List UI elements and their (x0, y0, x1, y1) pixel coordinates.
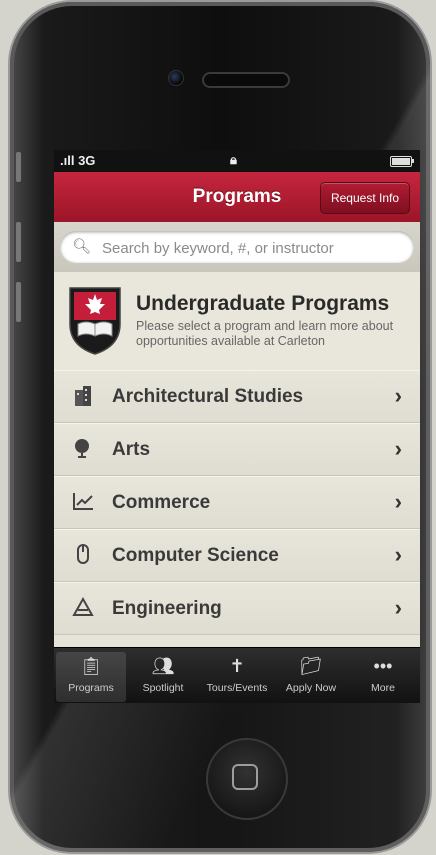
program-label: Engineering (112, 598, 222, 619)
program-row-arts[interactable]: Arts (54, 423, 420, 476)
app-screen: .ıll 3G 🔒︎ Programs Request Info 🔍︎ Unde… (54, 150, 420, 703)
carleton-crest-icon (69, 287, 121, 355)
earpiece-speaker (202, 72, 290, 88)
tab-spotlight[interactable]: 👥︎ Spotlight (128, 652, 198, 702)
header-description: Please select a program and learn more a… (136, 319, 394, 348)
home-square-icon (232, 764, 258, 790)
volume-down-button (16, 282, 21, 322)
mute-switch (16, 152, 21, 182)
chevron-right-icon (395, 489, 402, 515)
programs-header: Undergraduate Programs Please select a p… (54, 272, 420, 371)
chart-icon (70, 490, 96, 514)
people-icon: 👥︎ (151, 656, 175, 676)
tab-label: Apply Now (285, 682, 337, 694)
chevron-right-icon (395, 436, 402, 462)
tab-bar: 📋︎ Programs 👥︎ Spotlight ✝︎ Tours/Events… (54, 647, 420, 703)
program-list: Architectural Studies Arts Commerce Comp… (54, 370, 420, 635)
program-label: Commerce (112, 492, 211, 513)
search-icon: 🔍︎ (72, 238, 92, 255)
search-bar: 🔍︎ (54, 222, 420, 272)
tab-label: Spotlight (142, 682, 184, 694)
tab-label: Programs (68, 682, 114, 694)
tab-label: More (371, 682, 395, 694)
battery-icon (390, 156, 414, 167)
more-icon: ••• (373, 656, 393, 676)
lock-icon: 🔒︎ (230, 152, 237, 167)
header-title: Undergraduate Programs (136, 292, 390, 315)
building-icon (70, 384, 96, 408)
tab-tours-events[interactable]: ✝︎ Tours/Events (202, 652, 272, 702)
signal-indicator: .ıll 3G (60, 153, 96, 168)
tab-programs[interactable]: 📋︎ Programs (56, 652, 126, 702)
tab-more[interactable]: ••• More (348, 652, 418, 702)
program-row-engineering[interactable]: Engineering (54, 582, 420, 635)
folder-icon: 📁︎ (299, 656, 323, 676)
carrier-label: 3G (78, 153, 96, 168)
program-row-computer-science[interactable]: Computer Science (54, 529, 420, 582)
chevron-right-icon (395, 542, 402, 568)
search-input[interactable] (100, 231, 404, 265)
nav-bar: Programs Request Info (54, 172, 420, 223)
clipboard-icon: 📋︎ (79, 656, 103, 676)
front-camera (168, 70, 184, 86)
program-row-architectural-studies[interactable]: Architectural Studies (54, 370, 420, 423)
request-info-button[interactable]: Request Info (319, 182, 410, 214)
signpost-icon: ✝︎ (229, 656, 245, 676)
program-label: Architectural Studies (112, 386, 304, 407)
chevron-right-icon (395, 383, 402, 409)
program-row-commerce[interactable]: Commerce (54, 476, 420, 529)
volume-up-button (16, 222, 21, 262)
search-field[interactable]: 🔍︎ (60, 231, 414, 265)
tab-label: Tours/Events (206, 682, 268, 694)
program-label: Computer Science (112, 545, 279, 566)
status-bar: .ıll 3G 🔒︎ (54, 150, 420, 172)
globe-icon (70, 437, 96, 461)
tools-icon (70, 596, 96, 620)
program-label: Arts (112, 439, 151, 460)
home-button[interactable] (206, 738, 288, 820)
tab-apply-now[interactable]: 📁︎ Apply Now (276, 652, 346, 702)
chevron-right-icon (395, 595, 402, 621)
mouse-icon (70, 543, 96, 567)
